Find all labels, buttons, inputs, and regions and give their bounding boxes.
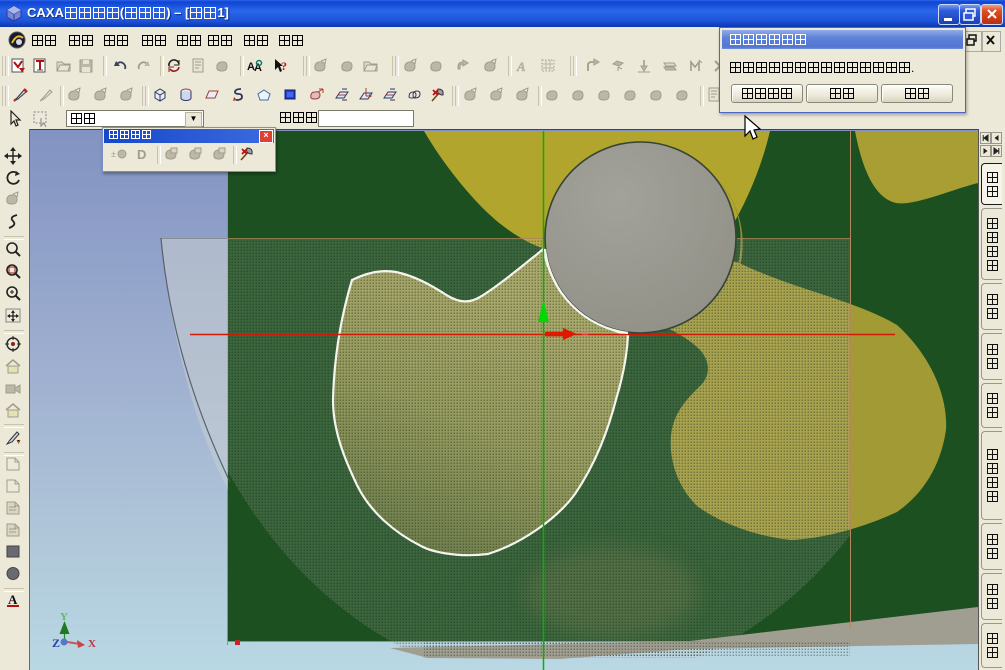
svg-text:X: X [88,638,96,650]
svg-text:Y: Y [60,611,68,623]
svg-text:A: A [8,592,18,607]
svg-text:±: ± [111,149,116,159]
svg-text:D: D [137,147,146,162]
svg-text:?: ? [281,59,287,73]
svg-text:Z: Z [52,636,60,650]
svg-text:A: A [516,59,526,74]
